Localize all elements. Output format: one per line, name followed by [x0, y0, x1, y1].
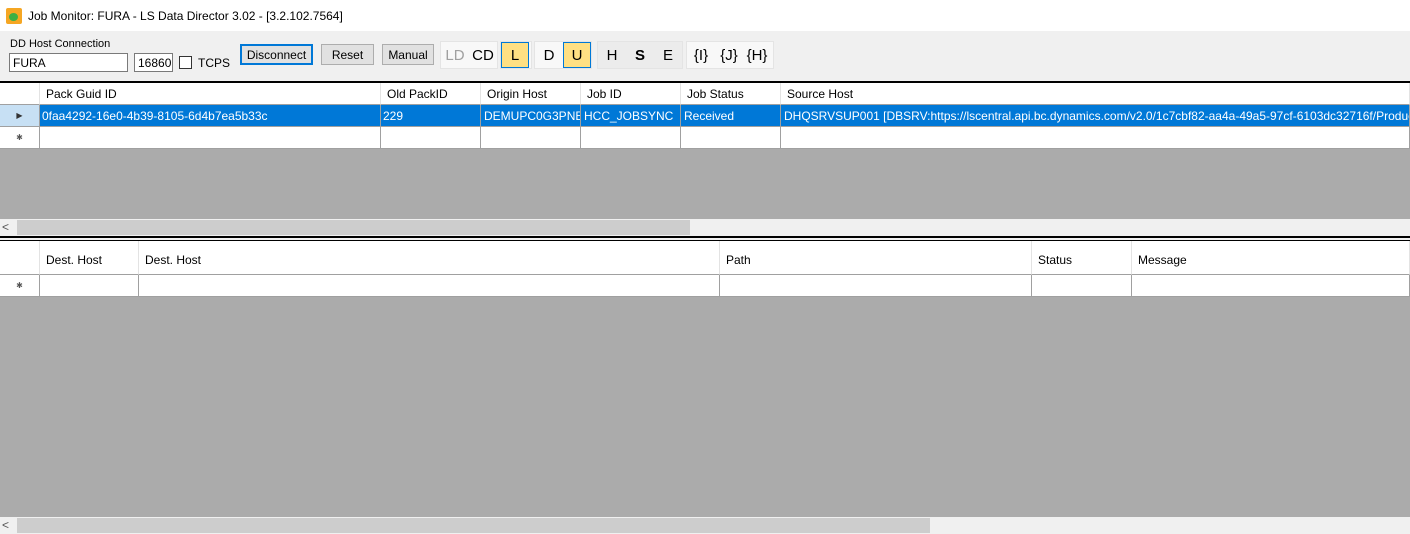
cell[interactable]	[1132, 275, 1410, 297]
column-header[interactable]: Old PackID	[381, 83, 481, 105]
cell[interactable]	[139, 275, 720, 297]
cell[interactable]	[781, 127, 1410, 149]
column-header[interactable]: Status	[1032, 241, 1132, 275]
cell[interactable]	[481, 127, 581, 149]
window-title: Job Monitor: FURA - LS Data Director 3.0…	[28, 8, 343, 23]
row-header-corner	[0, 241, 40, 275]
i-brace-button[interactable]: {I}	[687, 42, 715, 68]
jobs-grid: Pack Guid ID Old PackID Origin Host Job …	[0, 81, 1410, 236]
column-header[interactable]: Pack Guid ID	[40, 83, 381, 105]
scroll-thumb[interactable]	[17, 518, 930, 533]
app-icon	[6, 7, 22, 24]
d-toggle[interactable]: D	[535, 42, 563, 68]
scroll-left-icon[interactable]: <	[2, 220, 9, 234]
column-header[interactable]: Message	[1132, 241, 1410, 275]
e-button[interactable]: E	[654, 42, 682, 68]
cell[interactable]	[1032, 275, 1132, 297]
reset-button[interactable]: Reset	[321, 44, 374, 65]
column-header[interactable]: Dest. Host	[40, 241, 139, 275]
row-header-corner	[0, 83, 40, 105]
l-toggle[interactable]: L	[501, 42, 529, 68]
scroll-thumb[interactable]	[17, 220, 690, 235]
host-input[interactable]: FURA	[9, 53, 128, 72]
title-bar: Job Monitor: FURA - LS Data Director 3.0…	[0, 0, 1410, 31]
ld-button[interactable]: LD	[441, 42, 469, 68]
h-button[interactable]: H	[598, 42, 626, 68]
cell[interactable]: 229	[381, 105, 481, 127]
column-header[interactable]: Job Status	[681, 83, 781, 105]
cell[interactable]: DHQSRVSUP001 [DBSRV:https://lscentral.ap…	[781, 105, 1410, 127]
toolbar: DD Host Connection FURA 16860 TCPS Disco…	[0, 31, 1410, 81]
cell[interactable]	[40, 127, 381, 149]
cell[interactable]	[720, 275, 1032, 297]
cell[interactable]: DEMUPC0G3PNE	[481, 105, 581, 127]
cell[interactable]	[381, 127, 481, 149]
j-brace-button[interactable]: {J}	[715, 42, 743, 68]
toolbar-group-braces: {I} {J} {H}	[686, 41, 774, 69]
u-toggle[interactable]: U	[563, 42, 591, 68]
toolbar-group-d-u: D U	[534, 41, 592, 69]
column-header[interactable]: Origin Host	[481, 83, 581, 105]
cd-button[interactable]: CD	[469, 42, 497, 68]
cell[interactable]: Received	[681, 105, 781, 127]
jobs-header-row: Pack Guid ID Old PackID Origin Host Job …	[0, 83, 1410, 105]
new-row[interactable]: ✱	[0, 127, 1410, 149]
port-input[interactable]: 16860	[134, 53, 173, 72]
new-row[interactable]: ✱	[0, 275, 1410, 297]
column-header[interactable]: Source Host	[781, 83, 1410, 105]
manual-button[interactable]: Manual	[382, 44, 434, 65]
toolbar-group-h-s-e: H S E	[597, 41, 683, 69]
destinations-grid: Dest. Host Dest. Host Path Status Messag…	[0, 241, 1410, 534]
dest-header-row: Dest. Host Dest. Host Path Status Messag…	[0, 241, 1410, 275]
current-row-arrow-icon[interactable]: ▶	[0, 105, 40, 127]
column-header[interactable]: Path	[720, 241, 1032, 275]
cell[interactable]	[581, 127, 681, 149]
jobs-horizontal-scrollbar[interactable]: <	[0, 219, 1410, 236]
dest-horizontal-scrollbar[interactable]: <	[0, 517, 1410, 534]
new-row-icon: ✱	[0, 275, 40, 297]
disconnect-button[interactable]: Disconnect	[240, 44, 313, 65]
column-header[interactable]: Job ID	[581, 83, 681, 105]
host-connection-label: DD Host Connection	[10, 38, 111, 50]
tcps-label: TCPS	[198, 56, 231, 70]
new-row-icon: ✱	[0, 127, 40, 149]
cell[interactable]	[681, 127, 781, 149]
scroll-left-icon[interactable]: <	[2, 518, 9, 532]
column-header[interactable]: Dest. Host	[139, 241, 720, 275]
cell[interactable]	[40, 275, 139, 297]
tcps-checkbox[interactable]	[179, 56, 192, 69]
h-brace-button[interactable]: {H}	[743, 42, 771, 68]
toolbar-group-l: L	[500, 41, 532, 69]
cell[interactable]: 0faa4292-16e0-4b39-8105-6d4b7ea5b33c	[40, 105, 381, 127]
table-row[interactable]: ▶ 0faa4292-16e0-4b39-8105-6d4b7ea5b33c 2…	[0, 105, 1410, 127]
s-button[interactable]: S	[626, 42, 654, 68]
toolbar-group-ld-cd: LD CD	[440, 41, 498, 69]
cell[interactable]: HCC_JOBSYNC	[581, 105, 681, 127]
